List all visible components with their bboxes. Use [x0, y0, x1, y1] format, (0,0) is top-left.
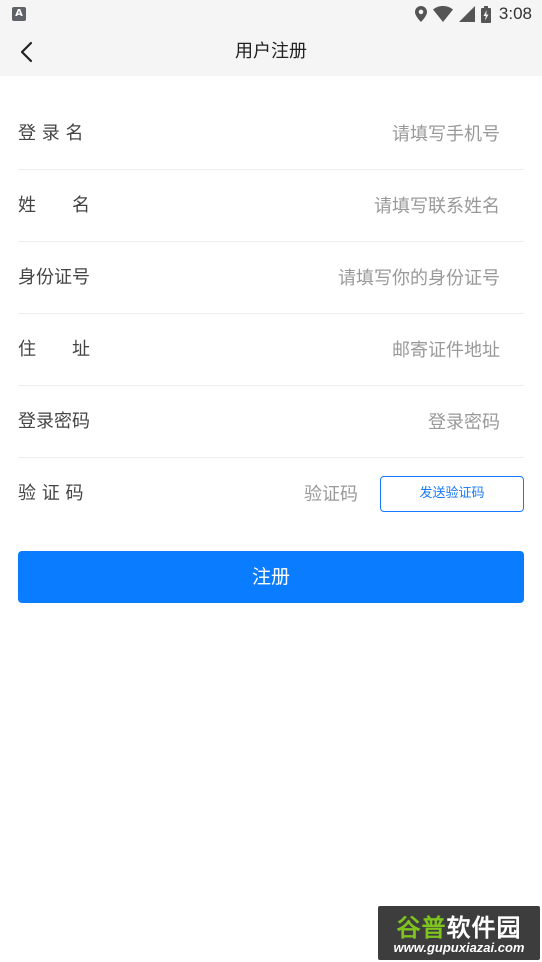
- form-row-username: 登 录 名: [18, 98, 524, 170]
- register-button[interactable]: 注册: [18, 551, 524, 603]
- username-input[interactable]: [160, 116, 500, 152]
- watermark-url: www.gupuxiazai.com: [393, 940, 525, 955]
- watermark-title-part1: 谷普: [396, 914, 447, 942]
- password-input[interactable]: [160, 404, 500, 440]
- form-row-address: 住 址: [18, 314, 524, 386]
- form-row-id-number: 身份证号: [18, 242, 524, 314]
- form-row-name: 姓 名: [18, 170, 524, 242]
- back-button[interactable]: [10, 36, 42, 68]
- form-row-password: 登录密码: [18, 386, 524, 458]
- name-input[interactable]: [160, 188, 500, 224]
- wifi-icon: [432, 6, 453, 22]
- location-icon: [414, 6, 427, 22]
- address-input[interactable]: [160, 332, 500, 368]
- app-notification-icon: A: [12, 7, 26, 21]
- id-number-input[interactable]: [160, 260, 500, 296]
- nav-bar: 用户注册: [0, 28, 542, 76]
- registration-form: 登 录 名 姓 名 身份证号 住 址 登录密码 验 证 码 发送验证码: [18, 98, 524, 530]
- status-icons: 3:08: [414, 4, 532, 24]
- watermark-title-part2: 软件园: [446, 914, 522, 942]
- username-label: 登 录 名: [18, 123, 84, 144]
- page-title: 用户注册: [235, 41, 307, 62]
- cellular-signal-icon: [458, 6, 475, 22]
- verification-code-input[interactable]: [198, 476, 358, 512]
- watermark-title: 谷普软件园: [378, 908, 540, 943]
- status-bar: A 3:08: [0, 0, 542, 28]
- id-number-label: 身份证号: [18, 267, 90, 288]
- send-code-button[interactable]: 发送验证码: [380, 476, 524, 512]
- watermark-logo: 谷普软件园 www.gupuxiazai.com: [378, 906, 540, 960]
- name-label: 姓 名: [18, 195, 90, 216]
- verification-code-label: 验 证 码: [18, 483, 84, 504]
- address-label: 住 址: [18, 339, 90, 360]
- battery-charging-icon: [480, 5, 491, 23]
- chevron-left-icon: [20, 41, 33, 63]
- clock: 3:08: [498, 4, 532, 23]
- form-row-verification-code: 验 证 码 发送验证码: [18, 458, 524, 530]
- password-label: 登录密码: [18, 411, 90, 432]
